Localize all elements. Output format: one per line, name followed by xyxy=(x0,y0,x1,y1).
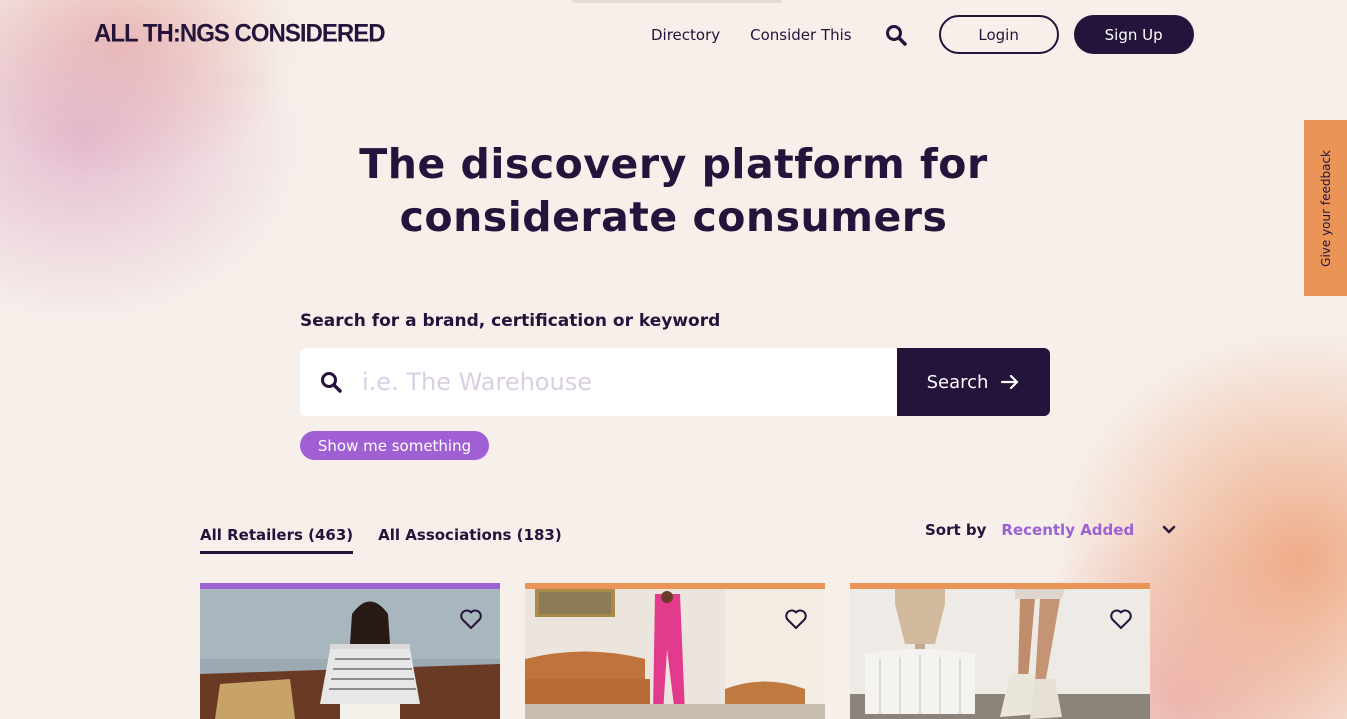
tab-all-associations[interactable]: All Associations (183) xyxy=(378,526,562,554)
show-me-something-button[interactable]: Show me something xyxy=(300,431,489,460)
hero-title: The discovery platform for considerate c… xyxy=(0,138,1347,244)
hero-title-line2: considerate consumers xyxy=(399,193,948,241)
search-button[interactable]: Search xyxy=(897,348,1050,416)
hero-title-line1: The discovery platform for xyxy=(359,140,988,188)
heart-icon[interactable] xyxy=(784,607,808,631)
arrow-right-icon xyxy=(1001,374,1019,390)
heart-icon[interactable] xyxy=(459,607,483,631)
main-nav: Directory Consider This Login Sign Up xyxy=(651,15,1194,54)
sort-control[interactable]: Sort by Recently Added xyxy=(925,519,1176,541)
tab-all-retailers[interactable]: All Retailers (463) xyxy=(200,526,354,554)
site-logo[interactable]: ALL TH:NGS CONSIDERED xyxy=(94,19,386,48)
heart-icon[interactable] xyxy=(1109,607,1133,631)
top-edge-shadow xyxy=(572,0,782,3)
sort-label: Sort by xyxy=(925,521,987,539)
card-image xyxy=(200,589,500,719)
search-icon xyxy=(321,372,342,393)
listing-tabs: All Retailers (463) All Associations (18… xyxy=(200,526,587,554)
search-box: Search xyxy=(300,348,1050,416)
nav-consider-this-link[interactable]: Consider This xyxy=(750,26,851,44)
search-field[interactable] xyxy=(300,348,897,416)
retailer-card[interactable] xyxy=(525,583,825,719)
login-button[interactable]: Login xyxy=(938,15,1059,54)
signup-button[interactable]: Sign Up xyxy=(1073,15,1194,54)
search-icon[interactable] xyxy=(884,23,908,47)
chevron-down-icon[interactable] xyxy=(1162,525,1176,535)
search-label: Search for a brand, certification or key… xyxy=(300,311,721,331)
sort-value[interactable]: Recently Added xyxy=(1001,521,1134,539)
search-button-label: Search xyxy=(926,371,989,393)
card-image xyxy=(525,589,825,719)
nav-directory-link[interactable]: Directory xyxy=(651,26,720,44)
retailer-card[interactable] xyxy=(850,583,1150,719)
retailer-card[interactable] xyxy=(200,583,500,719)
card-image xyxy=(850,589,1150,719)
search-input[interactable] xyxy=(362,368,862,396)
